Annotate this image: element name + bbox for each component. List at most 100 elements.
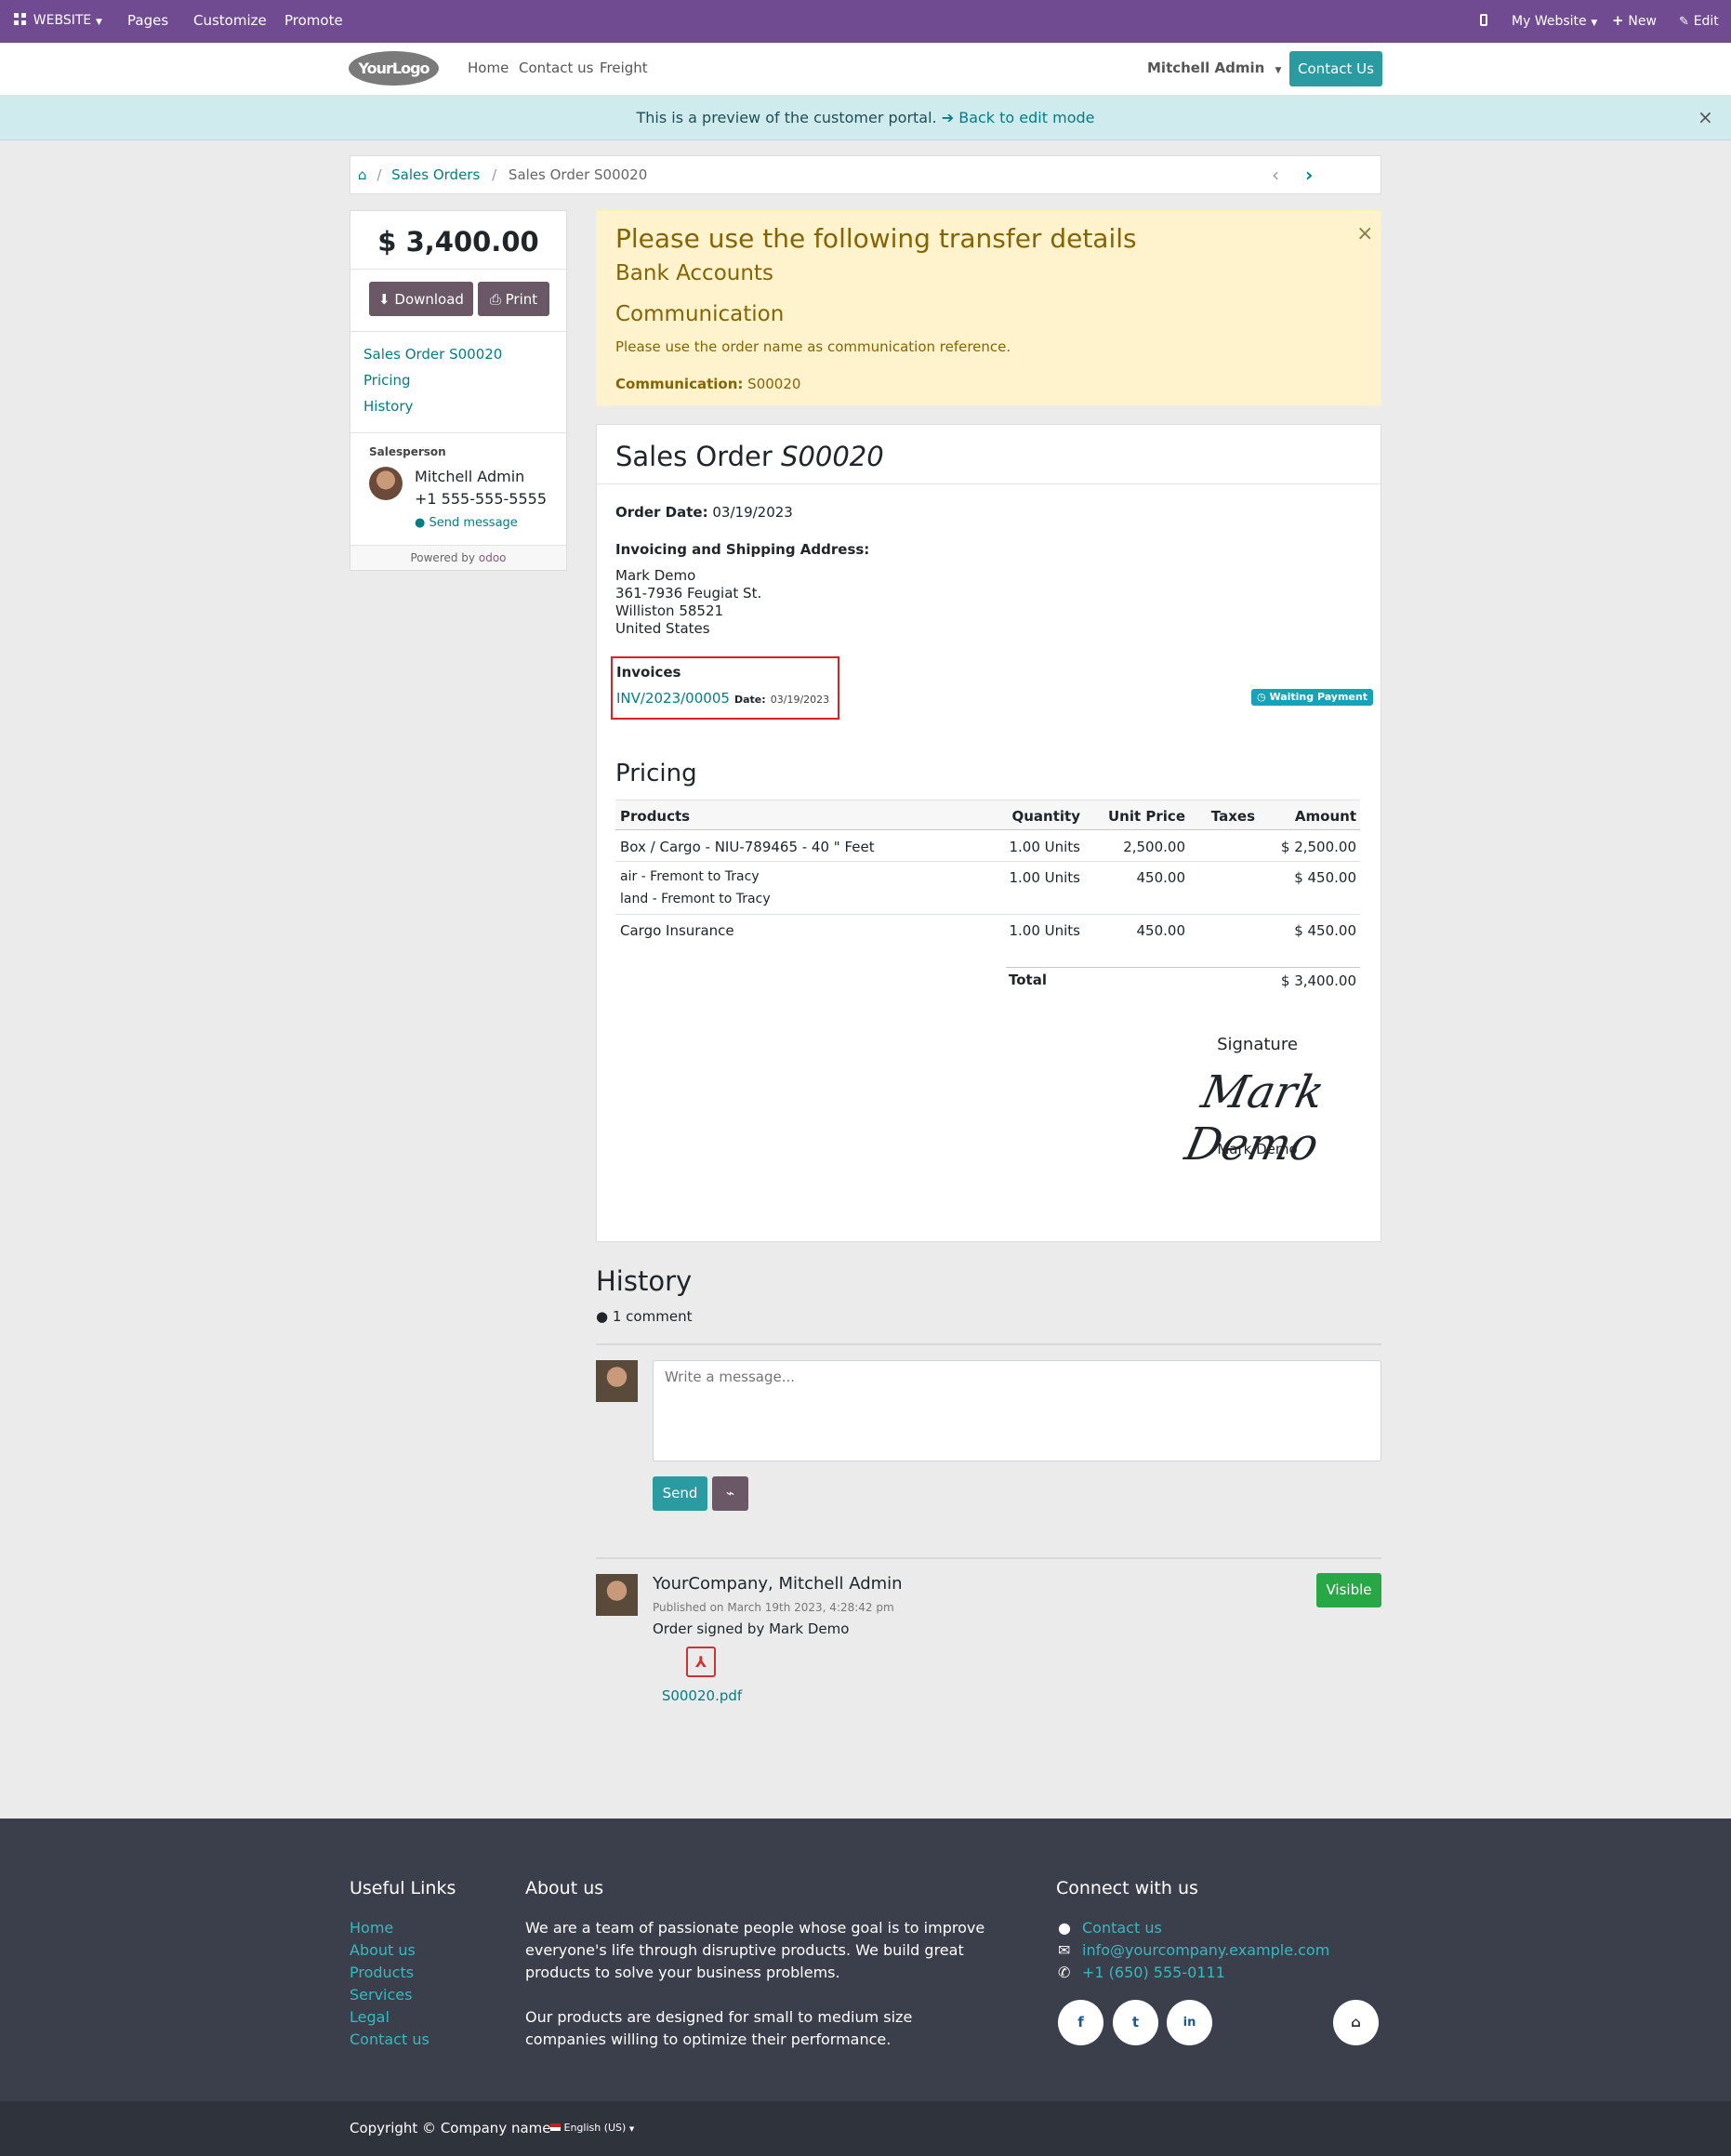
footer-link-home[interactable]: Home [350, 1917, 429, 1939]
footer-link-about-us[interactable]: About us [350, 1939, 429, 1962]
quantity-cell: 1.00 Units [1009, 922, 1080, 939]
envelope-icon: ✉ [1058, 1941, 1071, 1959]
attachment-link[interactable]: S00020.pdf [641, 1687, 762, 1704]
footer-link-services[interactable]: Services [350, 1984, 429, 2006]
comments-icon: ● [596, 1308, 609, 1325]
nav-item-home[interactable]: Home [468, 60, 509, 76]
order-date-label: Order Date: [615, 504, 708, 521]
column-taxes: Taxes [1210, 808, 1255, 825]
prev-record-icon[interactable]: ‹ [1272, 164, 1279, 186]
table-row: air - Fremont to Tracy land - Fremont to… [615, 862, 1360, 915]
portal-sidebar: $ 3,400.00 ⬇ Download ⎙ Print Sales Orde… [350, 210, 567, 571]
address-line: United States [615, 620, 710, 637]
column-unit-price: Unit Price [1108, 808, 1185, 825]
mobile-preview-icon[interactable] [1480, 13, 1487, 30]
author-avatar [596, 1574, 638, 1616]
send-message-link[interactable]: ● Send message [415, 516, 518, 530]
message-author: YourCompany, Mitchell Admin [653, 1574, 903, 1594]
site-logo[interactable]: YourLogo [349, 51, 439, 86]
footer-link-contact-us[interactable]: Contact us [350, 2029, 429, 2051]
invoice-status-label: Waiting Payment [1269, 691, 1368, 703]
footer-phone-row[interactable]: ✆ +1 (650) 555-0111 [1058, 1962, 1329, 1984]
next-record-icon[interactable]: › [1305, 164, 1313, 186]
quantity-cell: 1.00 Units [1009, 869, 1080, 886]
nav-item-freight[interactable]: Freight [600, 60, 648, 76]
copyright-text: Copyright © Company name [350, 2120, 551, 2136]
user-menu[interactable]: Mitchell Admin ▼ [1147, 60, 1281, 76]
useful-links-list: Home About us Products Services Legal Co… [350, 1917, 429, 2051]
footer-link-products[interactable]: Products [350, 1962, 429, 1984]
breadcrumb-trail: ⌂ / Sales Orders / Sales Order S00020 [358, 166, 648, 183]
linkedin-icon[interactable]: in [1167, 2000, 1212, 2045]
edit-label: Edit [1693, 14, 1719, 29]
attach-button[interactable]: ⌁ [712, 1476, 748, 1511]
promote-menu[interactable]: Promote [284, 12, 343, 29]
order-total-amount: $ 3,400.00 [377, 226, 539, 258]
sidebar-item-pricing[interactable]: Pricing [363, 372, 411, 389]
invoice-date: 03/19/2023 [770, 694, 830, 706]
pdf-file-icon[interactable]: ⅄ [686, 1647, 716, 1677]
comment-count: ● 1 comment [596, 1308, 692, 1325]
quantity-cell: 1.00 Units [1009, 839, 1080, 855]
salesperson-avatar [369, 467, 403, 500]
home-icon[interactable]: ⌂ [358, 166, 367, 183]
back-to-edit-link[interactable]: ➔ Back to edit mode [942, 109, 1095, 126]
sidebar-item-history[interactable]: History [363, 398, 413, 415]
new-label: New [1628, 14, 1657, 29]
invoice-link[interactable]: INV/2023/00005 [616, 690, 730, 707]
useful-links-heading: Useful Links [350, 1878, 456, 1898]
column-quantity: Quantity [1011, 808, 1081, 825]
phone-icon: ✆ [1058, 1964, 1071, 1981]
order-title-prefix: Sales Order [615, 441, 773, 472]
arrow-right-icon: ➔ [941, 109, 955, 126]
home-icon[interactable]: ⌂ [1333, 2000, 1379, 2045]
close-icon[interactable]: × [1698, 106, 1713, 128]
footer-email-row[interactable]: ✉ info@yourcompany.example.com [1058, 1939, 1329, 1962]
twitter-icon[interactable]: t [1113, 2000, 1158, 2045]
order-title: Sales Order S00020 [615, 441, 884, 472]
odoo-logo[interactable]: odoo [479, 551, 507, 564]
website-menu[interactable]: WEBSITE ▼ [14, 11, 102, 28]
plus-icon: + [1612, 12, 1624, 29]
communication-reference: Communication: S00020 [615, 376, 800, 392]
breadcrumb: ⌂ / Sales Orders / Sales Order S00020 ‹ … [350, 155, 1381, 194]
signer-name: Mark Demo [1217, 1141, 1298, 1157]
send-button[interactable]: Send [653, 1476, 707, 1511]
send-message-label: Send message [429, 516, 518, 530]
sidebar-item-sales-order[interactable]: Sales Order S00020 [363, 346, 502, 363]
message-body: Order signed by Mark Demo [653, 1620, 850, 1637]
pages-menu[interactable]: Pages [127, 12, 168, 29]
visible-button[interactable]: Visible [1316, 1573, 1381, 1607]
edit-button[interactable]: ✎ Edit [1679, 12, 1719, 29]
nav-item-contact-us[interactable]: Contact us [519, 60, 593, 76]
unit-price-cell: 450.00 [1136, 922, 1186, 939]
unit-price-cell: 450.00 [1136, 869, 1186, 886]
close-icon[interactable]: × [1356, 222, 1373, 245]
my-website-menu[interactable]: My Website ▼ [1512, 12, 1597, 29]
language-label: English (US) [563, 2122, 627, 2134]
about-line: We are a team of passionate people whose… [525, 1919, 985, 1937]
back-to-edit-label: Back to edit mode [958, 109, 1095, 126]
breadcrumb-sales-orders[interactable]: Sales Orders [391, 166, 480, 183]
download-icon: ⬇ [378, 291, 390, 308]
download-button[interactable]: ⬇ Download [369, 282, 473, 316]
communication-value: S00020 [747, 376, 801, 392]
print-button[interactable]: ⎙ Print [478, 282, 549, 316]
print-icon: ⎙ [489, 291, 501, 308]
new-content-button[interactable]: + New [1612, 12, 1657, 29]
language-selector[interactable]: English (US) ▼ [550, 2122, 634, 2134]
facebook-icon[interactable]: f [1058, 2000, 1103, 2045]
user-avatar [596, 1360, 638, 1402]
caret-down-icon: ▼ [96, 18, 102, 27]
footer-contact-row[interactable]: ● Contact us [1058, 1917, 1329, 1939]
pencil-icon: ✎ [1679, 15, 1689, 29]
print-label: Print [505, 291, 538, 308]
footer-link-legal[interactable]: Legal [350, 2006, 429, 2029]
address-heading: Invoicing and Shipping Address: [615, 541, 870, 558]
message-input[interactable] [653, 1360, 1381, 1462]
contact-us-button[interactable]: Contact Us [1289, 51, 1382, 86]
order-date: Order Date: 03/19/2023 [615, 504, 793, 521]
customize-menu[interactable]: Customize [193, 12, 267, 29]
signature-heading: Signature [1217, 1035, 1298, 1054]
apps-grid-icon [14, 13, 26, 25]
